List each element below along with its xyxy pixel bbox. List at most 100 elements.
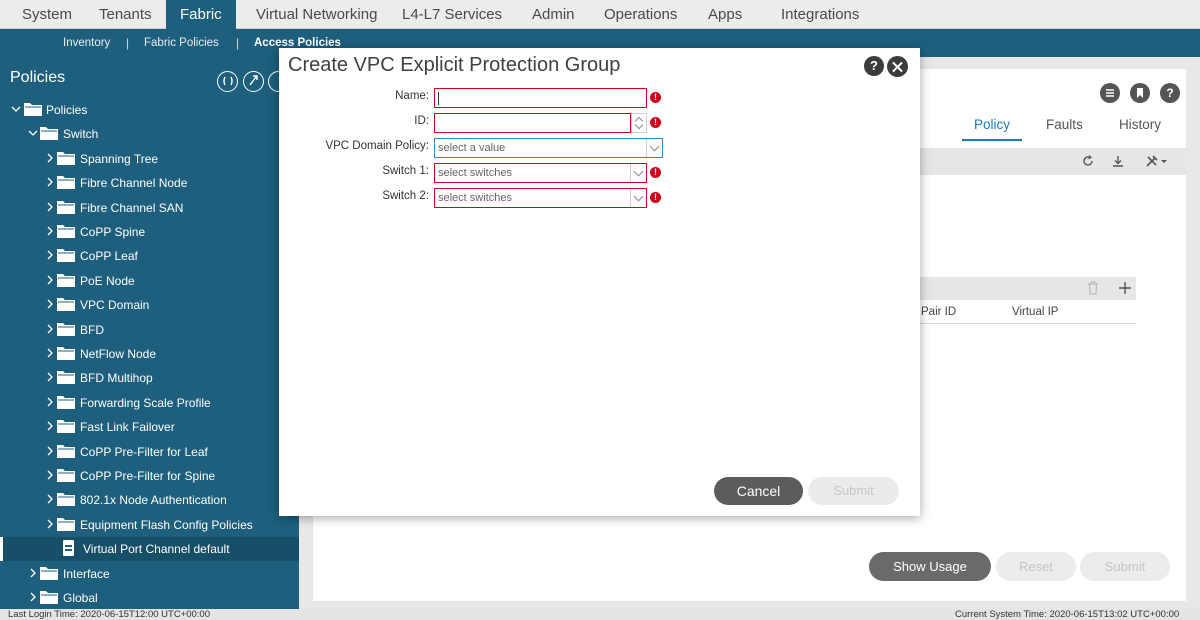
bookmark-icon[interactable] [1130, 83, 1150, 103]
submit-button[interactable]: Submit [808, 477, 899, 505]
tree-item[interactable]: BFD Multihop [0, 366, 299, 390]
tree-item[interactable]: CoPP Pre-Filter for Leaf [0, 440, 299, 464]
help-icon[interactable]: ? [1160, 83, 1180, 103]
cancel-button[interactable]: Cancel [714, 477, 803, 505]
sidebar-tool-a-icon[interactable] [217, 71, 238, 92]
vpc-domain-policy-select[interactable]: select a value [434, 138, 663, 158]
tab-tenants[interactable]: Tenants [99, 0, 152, 29]
column-header-pair-id[interactable]: Pair ID [921, 306, 956, 318]
subnav-fabric-policies[interactable]: Fabric Policies [144, 37, 219, 49]
folder-icon [57, 395, 75, 409]
switch-1-error-icon: ! [650, 167, 661, 178]
chevron-down-icon[interactable] [646, 139, 662, 157]
reset-button[interactable]: Reset [996, 552, 1076, 581]
tree-item[interactable]: Virtual Port Channel default [0, 537, 299, 562]
folder-icon [57, 469, 75, 482]
column-header-virtual-ip[interactable]: Virtual IP [1012, 306, 1058, 318]
tree-item-label: BFD [80, 322, 104, 337]
plus-icon[interactable] [1118, 281, 1132, 295]
tree-item[interactable]: PoE Node [0, 269, 299, 293]
sidebar-tool-b-icon[interactable] [243, 71, 264, 92]
subnav-separator: | [126, 36, 130, 50]
chevron-right-icon[interactable] [44, 152, 56, 164]
switch-2-label: Switch 2: [382, 190, 429, 202]
switch-1-select[interactable]: select switches [434, 163, 647, 183]
tree-item[interactable]: Fibre Channel Node [0, 171, 299, 195]
tree-item[interactable]: NetFlow Node [0, 342, 299, 366]
tree-item[interactable]: CoPP Leaf [0, 244, 299, 268]
tree-item-label: Fibre Channel Node [80, 176, 188, 191]
tree-item[interactable]: Spanning Tree [0, 147, 299, 171]
tree-item[interactable]: Fibre Channel SAN [0, 196, 299, 220]
folder-icon [57, 225, 75, 238]
tab-operations[interactable]: Operations [604, 0, 677, 29]
chevron-down-icon[interactable] [630, 164, 646, 182]
show-usage-button[interactable]: Show Usage [869, 552, 991, 581]
tab-history[interactable]: History [1119, 117, 1161, 132]
chevron-right-icon[interactable] [44, 176, 56, 188]
tab-faults[interactable]: Faults [1046, 117, 1083, 132]
chevron-right-icon[interactable] [44, 445, 56, 457]
chevron-right-icon[interactable] [44, 518, 56, 530]
tab-virtual-networking[interactable]: Virtual Networking [256, 0, 377, 29]
list-icon[interactable] [1100, 83, 1120, 103]
chevron-right-icon[interactable] [44, 469, 56, 481]
tools-icon[interactable] [1144, 153, 1170, 169]
chevron-right-icon[interactable] [44, 225, 56, 237]
tree-item[interactable]: CoPP Spine [0, 220, 299, 244]
chevron-down-icon[interactable] [10, 103, 22, 115]
tab-policy[interactable]: Policy [974, 117, 1010, 132]
chevron-right-icon[interactable] [44, 420, 56, 432]
tab-integrations[interactable]: Integrations [781, 0, 859, 29]
background-submit-button[interactable]: Submit [1080, 552, 1170, 581]
folder-icon [57, 200, 75, 214]
chevron-right-icon[interactable] [44, 371, 56, 383]
tree-item[interactable]: CoPP Pre-Filter for Spine [0, 464, 299, 488]
chevron-down-icon[interactable] [630, 189, 646, 207]
dialog-close-icon[interactable] [887, 56, 908, 77]
switch-2-error-icon: ! [650, 192, 661, 203]
chevron-right-icon[interactable] [44, 323, 56, 335]
tree-item[interactable]: Interface [0, 562, 299, 586]
dialog-help-icon[interactable]: ? [864, 56, 884, 76]
tree-item[interactable]: VPC Domain [0, 293, 299, 317]
tree-item-label: Fibre Channel SAN [80, 200, 184, 215]
tree-item[interactable]: Global [0, 586, 299, 609]
id-field[interactable] [434, 113, 631, 133]
trash-icon[interactable] [1087, 281, 1099, 295]
subnav-inventory[interactable]: Inventory [63, 37, 110, 49]
active-tab-indicator [962, 139, 1022, 141]
refresh-icon[interactable] [1081, 154, 1095, 168]
folder-icon [57, 420, 75, 434]
chevron-right-icon[interactable] [27, 567, 39, 579]
switch-2-select[interactable]: select switches [434, 188, 647, 208]
tab-fabric[interactable]: Fabric [166, 0, 236, 29]
chevron-down-icon[interactable] [27, 127, 39, 139]
name-field[interactable] [434, 88, 647, 108]
chevron-right-icon[interactable] [44, 347, 56, 359]
tree-item[interactable]: Equipment Flash Config Policies [0, 513, 299, 537]
download-icon[interactable] [1111, 154, 1125, 168]
tab-admin[interactable]: Admin [532, 0, 575, 29]
chevron-right-icon[interactable] [44, 201, 56, 213]
tree-item[interactable]: Switch [0, 122, 299, 146]
chevron-right-icon[interactable] [44, 298, 56, 310]
chevron-right-icon[interactable] [44, 274, 56, 286]
tree-item-label: Policies [46, 103, 88, 117]
vpc-domain-policy-label: VPC Domain Policy: [325, 140, 429, 152]
tree-item[interactable]: BFD [0, 318, 299, 342]
tree-item[interactable]: Forwarding Scale Profile [0, 391, 299, 415]
sidebar-title: Policies [10, 69, 66, 86]
tab-apps[interactable]: Apps [708, 0, 742, 29]
chevron-right-icon[interactable] [44, 396, 56, 408]
chevron-right-icon[interactable] [44, 249, 56, 261]
tree-item[interactable]: Fast Link Failover [0, 415, 299, 439]
tab-system[interactable]: System [22, 0, 72, 29]
tree-item[interactable]: 802.1x Node Authentication [0, 488, 299, 512]
tree-item[interactable]: Policies [0, 98, 299, 122]
tree-item-label: Global [63, 591, 98, 605]
chevron-right-icon[interactable] [44, 493, 56, 505]
tab-l4-l7-services[interactable]: L4-L7 Services [402, 0, 502, 29]
id-stepper[interactable] [631, 113, 647, 133]
chevron-right-icon[interactable] [27, 591, 39, 603]
